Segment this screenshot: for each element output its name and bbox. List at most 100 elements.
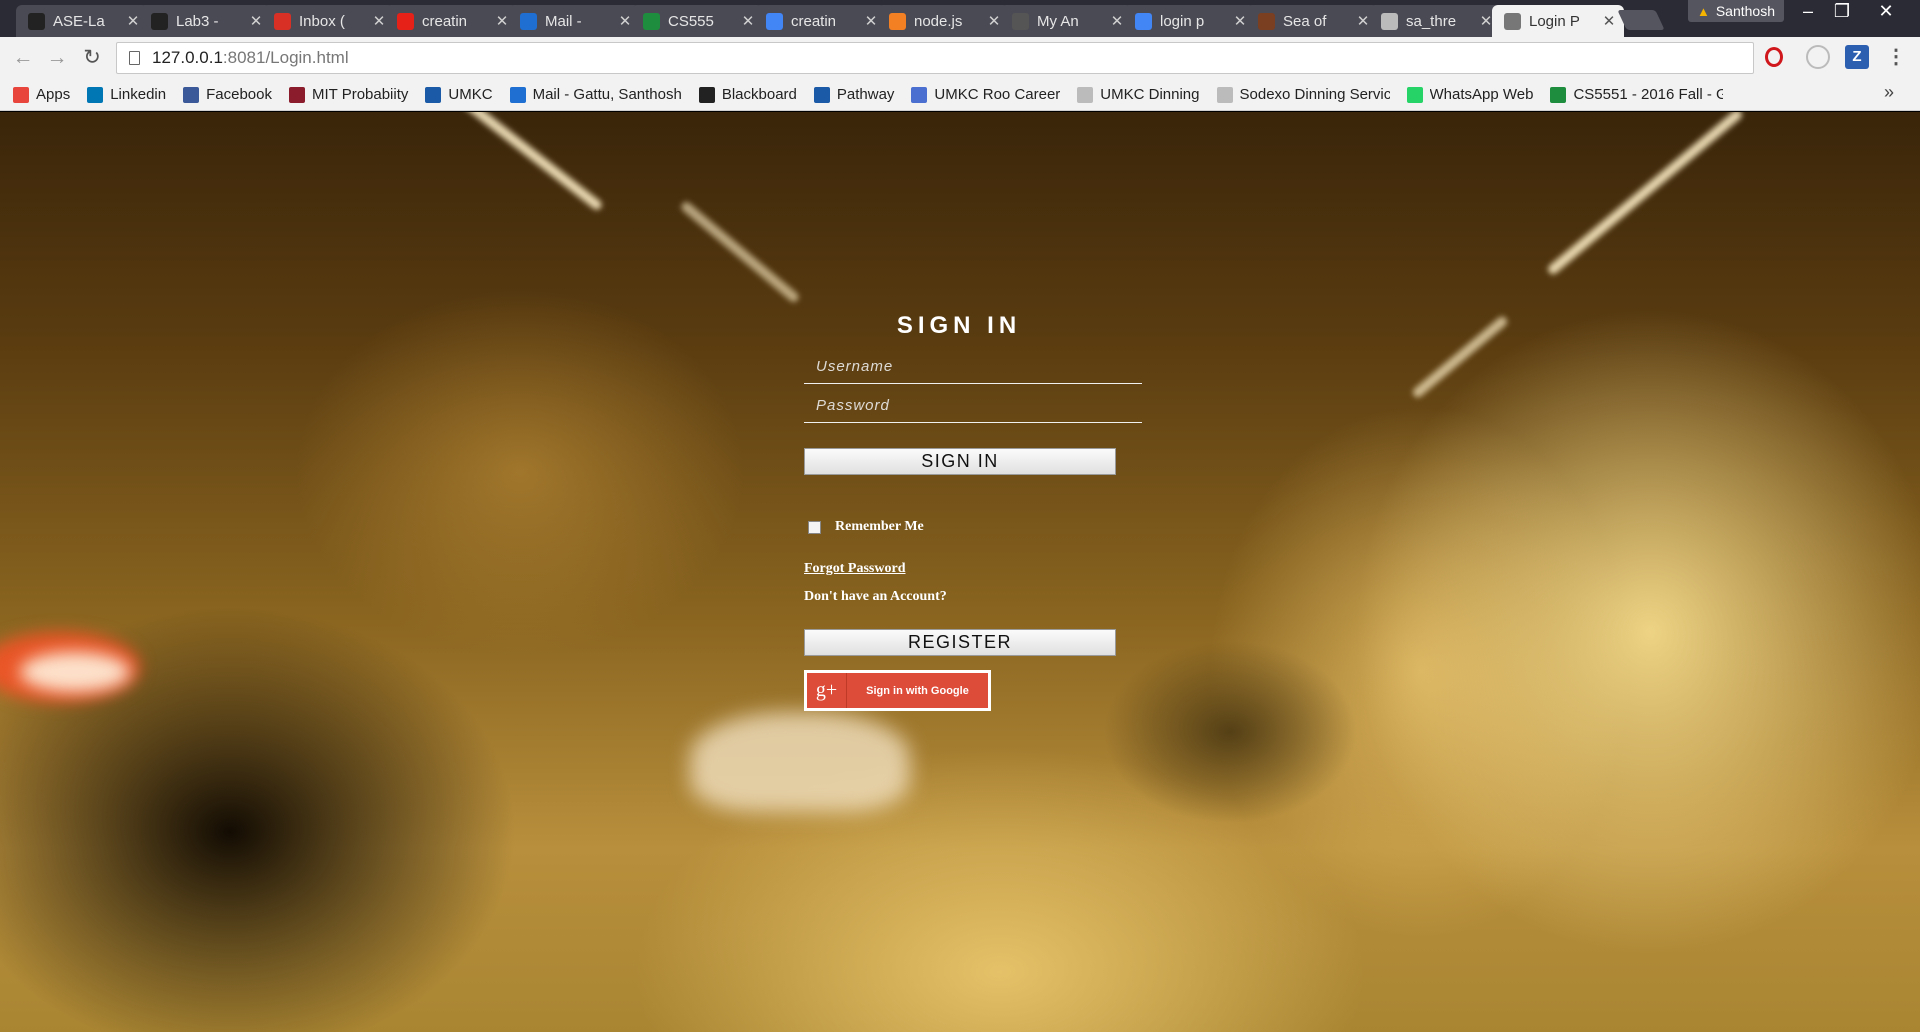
bookmark-label: UMKC (448, 86, 493, 103)
tab-title: login p (1160, 12, 1205, 30)
minimize-icon[interactable]: – (1791, 0, 1825, 24)
bookmark-item[interactable]: Pathway (813, 86, 894, 103)
reload-icon[interactable]: ↻ (79, 45, 105, 71)
url-host: 127.0.0.1 (152, 48, 223, 67)
sign-in-title: SIGN IN (896, 312, 1022, 339)
bookmark-item[interactable]: UMKC (425, 86, 493, 103)
bookmark-item[interactable]: Blackboard (698, 86, 797, 103)
bookmark-item[interactable]: Linkedin (87, 86, 166, 103)
browser-tab[interactable]: sa_thre ✕ (1369, 5, 1501, 37)
password-field[interactable]: Password (804, 391, 1142, 423)
mail-icon (520, 12, 537, 30)
close-tab-icon[interactable]: ✕ (987, 12, 1001, 30)
page-info-icon[interactable] (129, 51, 140, 65)
bookmarks-bar: Apps Linkedin Facebook MIT Probabiity UMKC Ma… (0, 79, 1920, 111)
browser-tab[interactable]: Mail - ✕ (508, 5, 640, 37)
page-icon (1504, 12, 1521, 30)
close-tab-icon[interactable]: ✕ (126, 12, 140, 30)
zotero-icon[interactable]: Z (1845, 45, 1869, 69)
bookmark-item[interactable]: WhatsApp Web (1406, 86, 1534, 103)
browser-tab[interactable]: ASE-La ✕ (16, 5, 148, 37)
gmail-icon (274, 12, 291, 30)
blackboard-icon (698, 86, 715, 103)
forgot-password-link[interactable]: Forgot Password (804, 561, 906, 577)
close-window-icon[interactable]: ✕ (1869, 0, 1903, 24)
close-tab-icon[interactable]: ✕ (1110, 12, 1124, 30)
browser-tab[interactable]: My An ✕ (1000, 5, 1132, 37)
google-icon (766, 12, 783, 30)
browser-toolbar: ← → ↻ 127.0.0.1:8081/Login.html Z ⋮ (0, 37, 1920, 79)
tab-title: Lab3 - (176, 12, 219, 30)
tab-title: Sea of (1283, 12, 1327, 30)
back-icon[interactable]: ← (10, 45, 36, 71)
github-icon (28, 12, 45, 30)
bookmark-label: Apps (36, 86, 71, 103)
close-tab-icon[interactable]: ✕ (618, 12, 632, 30)
bookmark-item[interactable]: UMKC Roo Career (911, 86, 1060, 103)
facebook-icon (183, 86, 200, 103)
mail-icon (509, 86, 526, 103)
sign-in-button[interactable]: SIGN IN (804, 448, 1116, 475)
bookmark-item[interactable]: Facebook (183, 86, 272, 103)
browser-tab[interactable]: login p ✕ (1123, 5, 1255, 37)
stackoverflow-icon (889, 12, 906, 30)
close-tab-icon[interactable]: ✕ (1479, 12, 1493, 30)
google-plus-icon: g+ (807, 673, 847, 708)
username-field[interactable]: Username (804, 352, 1142, 384)
bookmark-label: MIT Probabiity (311, 86, 409, 103)
youtube-icon (397, 12, 414, 30)
browser-tab[interactable]: Lab3 - ✕ (139, 5, 271, 37)
bookmark-label: CS5551 - 2016 Fall - G (1573, 86, 1724, 103)
menu-icon[interactable]: ⋮ (1884, 45, 1908, 69)
tab-title: ASE-La (53, 12, 105, 30)
tab-title: Login P (1529, 12, 1580, 30)
whatsapp-icon (1406, 86, 1423, 103)
browser-tab[interactable]: node.js ✕ (877, 5, 1009, 37)
opera-icon[interactable] (1765, 47, 1783, 67)
extension-icon[interactable] (1806, 45, 1830, 69)
forward-icon[interactable]: → (44, 45, 70, 71)
close-tab-icon[interactable]: ✕ (864, 12, 878, 30)
bookmark-item[interactable]: Apps (13, 86, 70, 103)
close-tab-icon[interactable]: ✕ (495, 12, 509, 30)
bookmark-label: Linkedin (110, 86, 167, 103)
remember-me-row: Remember Me (808, 519, 924, 535)
close-tab-icon[interactable]: ✕ (1602, 12, 1616, 30)
bookmark-label: Blackboard (721, 86, 797, 103)
bookmark-label: UMKC Dinning (1100, 86, 1200, 103)
bookmark-label: Sodexo Dinning Servic (1239, 86, 1390, 103)
umkc-icon (425, 86, 442, 103)
bookmark-item[interactable]: CS5551 - 2016 Fall - G (1550, 86, 1723, 103)
close-tab-icon[interactable]: ✕ (372, 12, 386, 30)
bookmarks-overflow-icon[interactable]: » (1884, 82, 1894, 103)
browser-tab[interactable]: Inbox (✕ (262, 5, 394, 37)
bookmark-label: Mail - Gattu, Santhosh (532, 86, 682, 103)
remember-me-checkbox[interactable] (808, 520, 821, 534)
pathway-icon (813, 86, 830, 103)
maximize-icon[interactable]: ❐ (1825, 0, 1859, 24)
browser-tab[interactable]: CS555 ✕ (631, 5, 763, 37)
close-tab-icon[interactable]: ✕ (741, 12, 755, 30)
close-tab-icon[interactable]: ✕ (1233, 12, 1247, 30)
bookmark-label: WhatsApp Web (1429, 86, 1534, 103)
browser-tab[interactable]: creatin ✕ (754, 5, 886, 37)
browser-tab[interactable]: creatin ✕ (385, 5, 517, 37)
browser-tab[interactable]: Login P ✕ (1492, 5, 1624, 37)
tab-title: CS555 (668, 12, 714, 30)
new-tab-button[interactable] (1617, 10, 1665, 30)
bookmark-label: UMKC Roo Career (934, 86, 1061, 103)
tab-title: sa_thre (1406, 12, 1457, 30)
sheets-icon (1550, 86, 1567, 103)
ws-icon (1012, 12, 1029, 30)
close-tab-icon[interactable]: ✕ (249, 12, 263, 30)
google-sign-in-button[interactable]: g+ Sign in with Google (804, 670, 991, 711)
address-bar[interactable]: 127.0.0.1:8081/Login.html (116, 42, 1754, 74)
register-button[interactable]: REGISTER (804, 629, 1116, 656)
close-tab-icon[interactable]: ✕ (1356, 12, 1370, 30)
bookmark-item[interactable]: Sodexo Dinning Servic (1216, 86, 1390, 103)
profile-button[interactable]: ▲ Santhosh (1688, 0, 1784, 22)
bookmark-item[interactable]: Mail - Gattu, Santhosh (509, 86, 682, 103)
bookmark-item[interactable]: MIT Probabiity (288, 86, 409, 103)
browser-tab[interactable]: Sea of ✕ (1246, 5, 1378, 37)
bookmark-item[interactable]: UMKC Dinning (1077, 86, 1200, 103)
